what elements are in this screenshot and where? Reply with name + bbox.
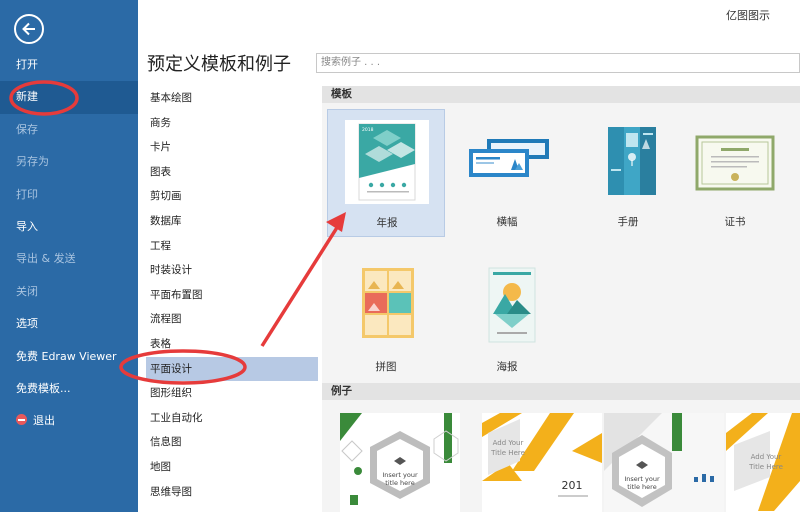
backstage-menu: 打开新建保存另存为打印导入导出 & 发送 关闭选项免费 Edraw Viewer 免… xyxy=(0,49,138,438)
backstage-sidebar: 打开新建保存另存为打印导入导出 & 发送 关闭选项免费 Edraw Viewer 免… xyxy=(0,0,138,512)
menu-item-label: 新建 xyxy=(16,90,38,104)
exit-icon xyxy=(16,414,27,426)
banner-icon xyxy=(469,139,549,177)
category-item-15[interactable]: 地图 xyxy=(146,455,318,480)
category-item-13[interactable]: 工业自动化 xyxy=(146,406,318,431)
menu-item-10[interactable]: 免费模板... xyxy=(0,373,138,405)
menu-item-label: 另存为 xyxy=(16,155,49,169)
category-item-11[interactable]: 平面设计 xyxy=(146,356,318,382)
templates-heading: 模板 xyxy=(322,86,800,103)
menu-item-label: 保存 xyxy=(16,122,38,136)
menu-item-11[interactable]: 退出 xyxy=(0,405,138,437)
app-title: 亿图图示 xyxy=(726,9,770,22)
examples-heading: 例子 xyxy=(322,383,800,400)
example-title-line: Title Here xyxy=(490,449,525,457)
example-title-line: Insert your xyxy=(624,475,660,483)
menu-item-7[interactable]: 关闭 xyxy=(0,276,138,308)
category-item-3[interactable]: 图表 xyxy=(146,160,318,185)
template-banner[interactable]: 横幅 xyxy=(448,109,566,237)
template-poster[interactable]: 海报 xyxy=(448,254,566,382)
category-item-14[interactable]: 信息图 xyxy=(146,430,318,455)
menu-item-6[interactable]: 导出 & 发送 xyxy=(0,243,138,275)
back-arrow-icon[interactable] xyxy=(14,14,44,44)
brochure-icon xyxy=(608,127,656,195)
example-title-line: Add Your xyxy=(493,439,524,447)
category-item-7[interactable]: 时装设计 xyxy=(146,258,318,283)
template-label: 横幅 xyxy=(496,216,518,228)
menu-item-label: 退出 xyxy=(33,414,55,428)
page-title: 预定义模板和例子 xyxy=(147,54,291,75)
poster-icon xyxy=(488,267,536,343)
category-item-12[interactable]: 图形组织 xyxy=(146,381,318,406)
menu-item-4[interactable]: 打印 xyxy=(0,179,138,211)
menu-item-label: 关闭 xyxy=(16,284,38,298)
template-label: 手册 xyxy=(617,216,639,228)
example-title-line: Title Here xyxy=(748,463,783,471)
category-item-16[interactable]: 思维导图 xyxy=(146,480,318,505)
category-item-2[interactable]: 卡片 xyxy=(146,135,318,160)
menu-item-label: 免费 Edraw Viewer xyxy=(16,349,117,363)
category-item-0[interactable]: 基本绘图 xyxy=(146,86,318,111)
menu-item-label: 打印 xyxy=(16,187,38,201)
template-panel: 模板 2018 年报 横幅 手册 证书 拼图 海报 例子 Insert your… xyxy=(322,86,800,512)
menu-item-8[interactable]: 选项 xyxy=(0,308,138,340)
menu-item-label: 选项 xyxy=(16,317,38,331)
search-input[interactable]: 搜索例子 . . . xyxy=(316,53,800,73)
menu-item-1[interactable]: 新建 xyxy=(0,81,138,114)
template-brochure[interactable]: 手册 xyxy=(569,109,687,237)
category-item-4[interactable]: 剪切画 xyxy=(146,184,318,209)
category-list: 基本绘图 商务 卡片 图表 剪切画 数据库 工程 时装设计 平面布置图 流程图 表格 平面设计 图形组织… xyxy=(146,86,318,504)
example-thumbnail-3[interactable]: Insert your title here xyxy=(604,413,724,512)
menu-item-5[interactable]: 导入 xyxy=(0,211,138,243)
template-annual-report[interactable]: 2018 年报 xyxy=(327,109,445,237)
menu-item-3[interactable]: 另存为 xyxy=(0,146,138,178)
template-label: 年报 xyxy=(376,217,398,229)
menu-item-label: 导入 xyxy=(16,219,38,233)
template-collage[interactable]: 拼图 xyxy=(327,254,445,382)
template-label: 海报 xyxy=(496,361,518,373)
collage-icon xyxy=(362,268,414,338)
example-thumbnail-2[interactable]: Add Your Title Here 201 xyxy=(482,413,602,512)
category-item-8[interactable]: 平面布置图 xyxy=(146,283,318,308)
category-item-9[interactable]: 流程图 xyxy=(146,307,318,332)
menu-item-9[interactable]: 免费 Edraw Viewer xyxy=(0,341,138,373)
menu-item-label: 免费模板... xyxy=(16,381,71,395)
template-label: 证书 xyxy=(724,216,746,228)
certificate-icon xyxy=(695,135,775,191)
example-title-line: title here xyxy=(385,479,414,487)
category-item-6[interactable]: 工程 xyxy=(146,234,318,259)
menu-item-0[interactable]: 打开 xyxy=(0,49,138,81)
example-title-line: Insert your xyxy=(382,471,418,479)
menu-item-label: 导出 & 发送 xyxy=(16,252,76,266)
example-thumbnail-1[interactable]: Insert your title here xyxy=(340,413,460,512)
template-certificate[interactable]: 证书 xyxy=(676,109,794,237)
example-thumbnail-4[interactable]: Add Your Title Here xyxy=(726,413,800,512)
menu-item-label: 打开 xyxy=(16,58,38,71)
examples-strip: Insert your title here Add Your Title He… xyxy=(322,411,800,512)
category-item-10[interactable]: 表格 xyxy=(146,332,318,357)
example-year-text: 201 xyxy=(562,479,583,492)
category-item-5[interactable]: 数据库 xyxy=(146,209,318,234)
example-title-line: title here xyxy=(627,483,656,491)
category-item-1[interactable]: 商务 xyxy=(146,111,318,136)
thumb-year-2018: 2018 xyxy=(362,127,374,133)
template-label: 拼图 xyxy=(375,361,397,373)
annual-report-icon: 2018 xyxy=(345,120,429,204)
menu-item-2[interactable]: 保存 xyxy=(0,114,138,146)
example-title-line: Add Your xyxy=(751,453,782,461)
